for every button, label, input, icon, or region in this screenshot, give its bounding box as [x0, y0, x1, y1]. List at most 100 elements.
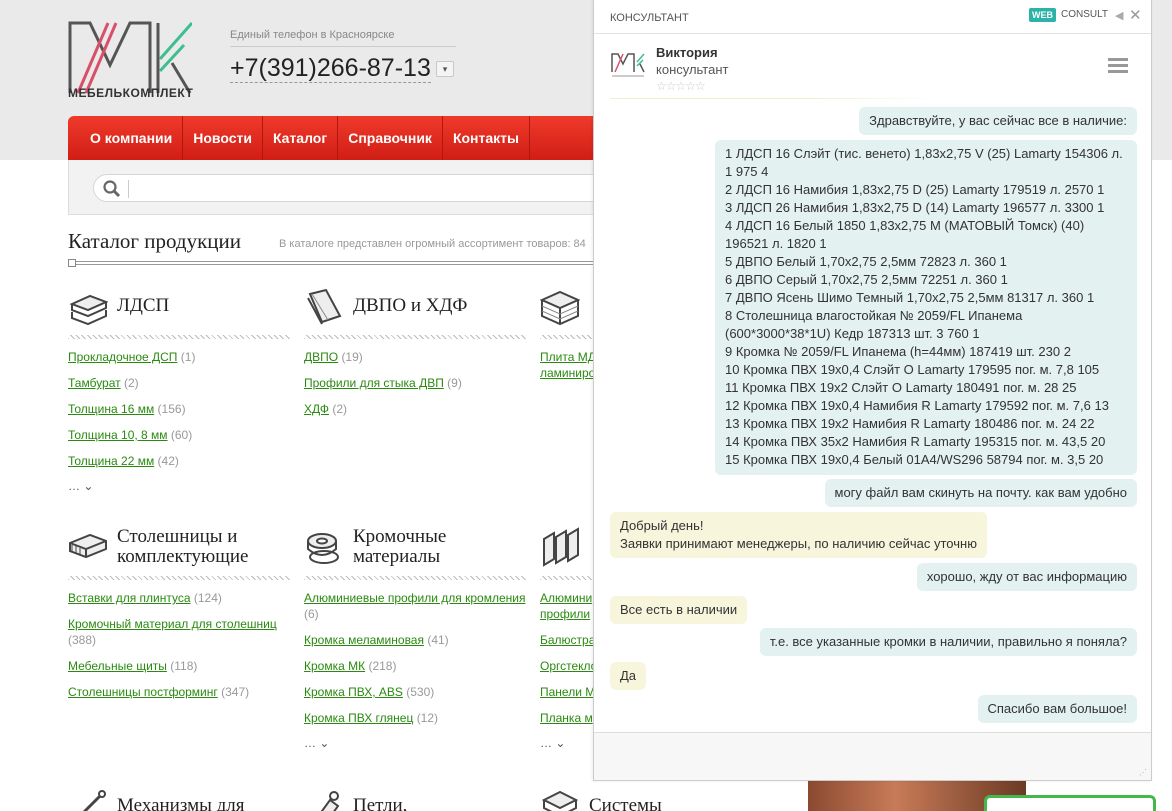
- divider: [128, 180, 129, 198]
- message-line: 2 ЛДСП 16 Намибия 1,83х2,75 D (25) Lamar…: [725, 182, 1105, 197]
- message-line: 12 Кромка ПВХ 19х0,4 Намибия R Lamarty 1…: [725, 398, 1109, 413]
- category-link[interactable]: Столешницы постформинг (347): [68, 684, 290, 700]
- category-link[interactable]: Кромка ПВХ, ABS (530): [304, 684, 526, 700]
- menu-icon[interactable]: [1108, 58, 1128, 74]
- operator-role: консультант: [656, 62, 729, 77]
- category-title[interactable]: Механизмы для: [117, 796, 245, 811]
- category-link[interactable]: Кромочный материал для столешниц (388): [68, 616, 290, 648]
- divider: [610, 98, 940, 99]
- category-link[interactable]: Кромка ПВХ глянец (12): [304, 710, 526, 726]
- divider: [68, 335, 290, 339]
- category-title[interactable]: ДВПО и ХДФ: [353, 296, 467, 316]
- category-link[interactable]: профили: [540, 606, 600, 622]
- category-title[interactable]: Столешницы и комплектующие: [117, 527, 290, 567]
- category-edging: Кромочные материалы Алюминиевые профили …: [304, 524, 526, 750]
- sound-icon[interactable]: ◀: [1115, 9, 1123, 22]
- nav-reference[interactable]: Справочник: [338, 116, 443, 160]
- category-title[interactable]: ЛДСП: [117, 296, 169, 316]
- category-link[interactable]: Алюмини: [540, 590, 600, 606]
- callback-button[interactable]: [984, 795, 1156, 811]
- hinge-icon: [320, 791, 340, 811]
- chat-message-operator: Да: [610, 662, 647, 690]
- category-link[interactable]: Мебельные щиты (118): [68, 658, 290, 674]
- category-link[interactable]: Балюстра: [540, 632, 600, 648]
- category-link[interactable]: ХДФ (2): [304, 401, 526, 417]
- category-link[interactable]: Оргстекло: [540, 658, 600, 674]
- search-bar: [68, 160, 613, 215]
- divider: [68, 259, 608, 267]
- edge-roll-icon: [307, 533, 339, 564]
- category-link[interactable]: Профили для стыка ДВП (9): [304, 375, 526, 391]
- message-line: 4 ЛДСП 16 Белый 1850 1,83х2,75 М (МАТОВЫ…: [725, 218, 1085, 233]
- dvpo-sheets-icon: [307, 288, 342, 325]
- category-profiles: Алюмини профили Балюстра Оргстекло Панел…: [540, 524, 600, 750]
- category-link[interactable]: Планка м: [540, 710, 600, 726]
- search-input[interactable]: [93, 174, 613, 202]
- category-link[interactable]: Толщина 16 мм (156): [68, 401, 290, 417]
- message-line: (600*3000*38*1U) Кедр 187313 шт. 3 760 1: [725, 326, 980, 341]
- category-title[interactable]: Кромочные материалы: [353, 527, 526, 567]
- category-link[interactable]: Панели М: [540, 684, 600, 700]
- message-line: 13 Кромка ПВХ 19х2 Намибия R Lamarty 180…: [725, 416, 1095, 431]
- category-link[interactable]: Плита МД: [540, 349, 600, 365]
- rating-stars[interactable]: ☆☆☆☆☆: [656, 79, 706, 93]
- message-line: 1 975 4: [725, 164, 769, 179]
- category-link[interactable]: Вставки для плинтуса (124): [68, 590, 290, 606]
- nav-contacts[interactable]: Контакты: [443, 116, 530, 160]
- chat-input[interactable]: [594, 732, 1151, 780]
- main-nav: О компании Новости Каталог Справочник Ко…: [68, 116, 608, 160]
- category-ldsp: ЛДСП Прокладочное ДСП (1) Тамбурат (2) Т…: [68, 283, 290, 493]
- chat-message-operator: Все есть в наличии: [610, 596, 748, 624]
- category-link[interactable]: Кромка меламиновая (41): [304, 632, 526, 648]
- more-toggle[interactable]: … ⌄: [304, 736, 526, 750]
- category-link[interactable]: Толщина 22 мм (42): [68, 453, 290, 469]
- category-countertops: Столешницы и комплектующие Вставки для п…: [68, 524, 290, 710]
- chat-message-visitor: хорошо, жду от вас информацию: [916, 563, 1137, 591]
- chat-message-visitor: т.е. все указанные кромки в наличии, пра…: [759, 628, 1137, 656]
- category-link[interactable]: Прокладочное ДСП (1): [68, 349, 290, 365]
- divider: [304, 335, 526, 339]
- phone-number[interactable]: +7(391)266-87-13: [230, 54, 431, 83]
- category-boards: Плита МД ламиниро: [540, 283, 600, 391]
- message-line: 14 Кромка ПВХ 35х2 Намибия R Lamarty 195…: [725, 434, 1106, 449]
- category-link[interactable]: Алюминиевые профили для кромления (6): [304, 590, 526, 622]
- nav-about[interactable]: О компании: [68, 116, 184, 160]
- category-title[interactable]: Системы: [589, 796, 662, 811]
- chat-message-operator: Добрый день! Заявки принимают менеджеры,…: [610, 512, 987, 558]
- category-link[interactable]: ламиниро: [540, 365, 600, 381]
- category-dvpo: ДВПО и ХДФ ДВПО (19) Профили для стыка Д…: [304, 283, 526, 427]
- divider: [230, 46, 456, 47]
- nav-news[interactable]: Новости: [183, 116, 263, 160]
- more-toggle[interactable]: … ⌄: [68, 479, 290, 493]
- operator-name: Виктория: [656, 45, 718, 60]
- message-line: 11 Кромка ПВХ 19х2 Слэйт О Lamarty 18049…: [725, 380, 1077, 395]
- chevron-down-icon[interactable]: ▾: [436, 61, 454, 77]
- ldsp-stack-icon: [69, 294, 108, 326]
- chat-message-visitor: Здравствуйте, у вас сейчас все в наличие…: [859, 107, 1137, 135]
- divider: [68, 576, 290, 580]
- message-line: 9 Кромка № 2059/FL Ипанема (h=44мм) 1874…: [725, 344, 1071, 359]
- category-title[interactable]: Петли,: [353, 796, 407, 811]
- category-link[interactable]: Тамбурат (2): [68, 375, 290, 391]
- message-line: 10 Кромка ПВХ 19х0,4 Слэйт О Lamarty 179…: [725, 362, 1100, 377]
- webconsult-text: CONSULT: [1061, 9, 1109, 20]
- chevron-down-icon: ⌄: [83, 479, 94, 493]
- divider: [304, 576, 526, 580]
- more-toggle[interactable]: … ⌄: [540, 736, 600, 750]
- brand-name: МЕБЕЛЬКОМПЛЕКТ: [68, 86, 194, 100]
- message-line: 6 ДВПО Серый 1,70х2,75 2,5мм 72251 л. 36…: [725, 272, 1008, 287]
- close-icon[interactable]: ✕: [1129, 6, 1142, 24]
- chat-title: КОНСУЛЬТАНТ: [610, 12, 689, 24]
- category-mechanisms: Механизмы для: [68, 783, 290, 811]
- category-link[interactable]: Кромка МК (218): [304, 658, 526, 674]
- resize-handle-icon[interactable]: ⋰: [1139, 768, 1147, 777]
- category-link[interactable]: ДВПО (19): [304, 349, 526, 365]
- chat-message-visitor: 1 ЛДСП 16 Слэйт (тис. венето) 1,83х2,75 …: [715, 140, 1137, 475]
- message-line: 5 ДВПО Белый 1,70х2,75 2,5мм 72823 л. 36…: [725, 254, 1007, 269]
- category-link[interactable]: Толщина 10, 8 мм (60): [68, 427, 290, 443]
- message-line: 1 ЛДСП 16 Слэйт (тис. венето) 1,83х2,75 …: [725, 146, 1123, 161]
- webconsult-logo: WEB: [1029, 8, 1056, 22]
- message-line: 8 Столешница влагостойкая № 2059/FL Ипан…: [725, 308, 1023, 323]
- search-icon[interactable]: [102, 179, 122, 199]
- nav-catalog[interactable]: Каталог: [263, 116, 339, 160]
